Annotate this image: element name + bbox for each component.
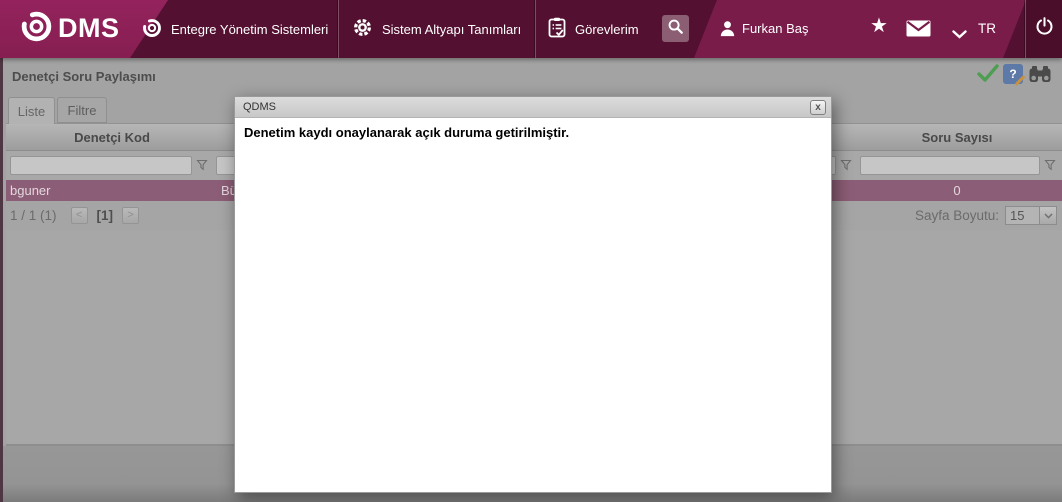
chevron-down-icon[interactable]	[952, 26, 967, 44]
modal-title: QDMS	[243, 101, 276, 113]
menu-divider	[535, 0, 536, 58]
top-navigation-bar: DMS Entegre Yönetim Sistemleri Sistem Al…	[0, 0, 1062, 58]
approve-check-icon[interactable]	[977, 63, 999, 88]
gear-icon	[352, 17, 373, 41]
qdms-app-window: DMS Entegre Yönetim Sistemleri Sistem Al…	[0, 0, 1062, 502]
menu-item-label: Görevlerim	[575, 21, 639, 37]
modal-titlebar[interactable]: QDMS x	[235, 97, 831, 118]
tab-liste[interactable]: Liste	[8, 97, 55, 124]
logout-power-button[interactable]	[1026, 0, 1062, 58]
page-left-edge	[0, 58, 3, 502]
modal-message: Denetim kaydı onaylanarak açık duruma ge…	[244, 125, 570, 140]
modal-close-button[interactable]: x	[810, 100, 826, 115]
page-size-select[interactable]: 15	[1005, 206, 1057, 225]
menu-item-sistem-altyapi-tanimlari[interactable]: Sistem Altyapı Tanımları	[352, 0, 521, 58]
filter-input-soru-sayisi[interactable]	[860, 156, 1040, 175]
pencil-icon	[1014, 75, 1026, 86]
column-header-soru-sayisi[interactable]: Soru Sayısı	[852, 130, 1062, 145]
page-title: Denetçi Soru Paylaşımı	[12, 69, 156, 84]
user-section: Furkan Baş ★ TR	[694, 0, 1026, 58]
column-header-denetci-kod[interactable]: Denetçi Kod	[6, 130, 218, 145]
qdms-ring-icon	[142, 18, 162, 41]
next-page-button[interactable]: >	[122, 207, 140, 224]
modal-body: Denetim kaydı onaylanarak açık duruma ge…	[235, 118, 831, 147]
favorites-star-icon[interactable]: ★	[870, 15, 888, 37]
page-size-label: Sayfa Boyutu:	[914, 208, 999, 223]
help-book-icon[interactable]: ?	[1003, 64, 1026, 86]
menu-divider	[338, 0, 339, 58]
language-selector[interactable]: TR	[978, 21, 996, 36]
tab-label: Liste	[17, 103, 46, 119]
mail-envelope-icon[interactable]	[906, 20, 931, 42]
filter-funnel-icon[interactable]	[840, 159, 852, 172]
cell-soru-sayisi: 0	[953, 183, 961, 198]
tab-filtre[interactable]: Filtre	[57, 97, 107, 123]
cell-denetci-kod: bguner	[10, 183, 51, 198]
page-size-value: 15	[1010, 208, 1025, 223]
user-person-icon[interactable]	[718, 19, 737, 43]
qdms-logo-text: DMS	[58, 12, 120, 43]
qdms-logo-icon	[20, 10, 53, 48]
filter-input-denetci-kod[interactable]	[10, 156, 192, 175]
current-page-indicator[interactable]: [1]	[97, 208, 114, 223]
close-icon: x	[815, 102, 821, 113]
user-name[interactable]: Furkan Baş	[742, 21, 808, 36]
menu-item-entegre-yonetim-sistemleri[interactable]: Entegre Yönetim Sistemleri	[142, 0, 328, 58]
message-dialog: QDMS x Denetim kaydı onaylanarak açık du…	[234, 96, 832, 493]
filter-funnel-icon[interactable]	[196, 159, 208, 172]
search-icon	[667, 18, 684, 40]
menu-item-label: Entegre Yönetim Sistemleri	[171, 21, 329, 37]
pagination-info: 1 / 1 (1)	[10, 208, 57, 223]
tab-label: Filtre	[67, 102, 97, 118]
power-icon	[1034, 16, 1055, 42]
tasks-clipboard-icon	[548, 17, 566, 41]
binoculars-search-icon[interactable]	[1028, 65, 1052, 88]
prev-page-button[interactable]: <	[70, 207, 88, 224]
menu-item-gorevlerim[interactable]: Görevlerim	[548, 0, 639, 58]
menu-item-label: Sistem Altyapı Tanımları	[382, 21, 522, 37]
filter-funnel-icon[interactable]	[1044, 159, 1056, 172]
chevron-down-icon	[1039, 207, 1056, 224]
search-button[interactable]	[662, 15, 689, 42]
